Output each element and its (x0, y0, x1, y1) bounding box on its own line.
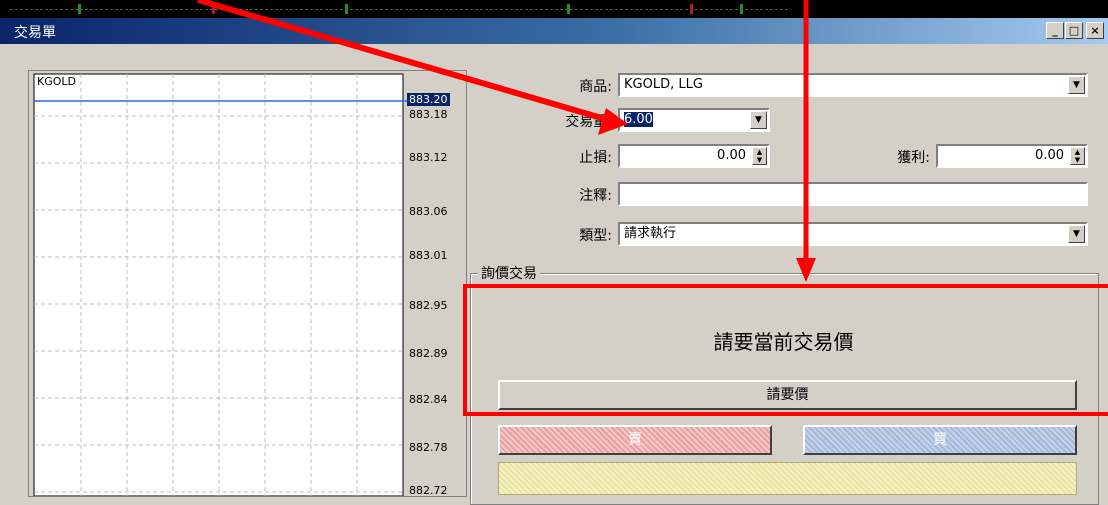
take-profit-value: 0.00 (1035, 148, 1064, 163)
symbol-label: 商品: (579, 79, 612, 95)
window-title: 交易單 (14, 25, 56, 41)
strip-tick (212, 4, 215, 14)
price-axis-label: 882.84 (409, 393, 448, 406)
volume-label: 交易量: (565, 114, 612, 130)
price-axis-label: 882.95 (409, 299, 448, 312)
quote-info-panel (498, 462, 1077, 495)
price-axis-label: 883.12 (409, 151, 448, 164)
stop-loss-value: 0.00 (717, 148, 746, 163)
take-profit-spinner[interactable]: ▲ ▼ (1070, 147, 1085, 165)
type-label: 類型: (579, 228, 612, 244)
symbol-value: KGOLD, LLG (624, 77, 703, 92)
annotation-highlight-box (463, 284, 1108, 416)
stop-loss-label: 止損: (579, 150, 612, 166)
volume-value: 6.00 (624, 112, 653, 127)
price-axis-label: 882.89 (409, 347, 448, 360)
strip-tick (345, 4, 348, 14)
chevron-down-icon[interactable]: ▼ (750, 111, 767, 129)
chart-symbol: KGOLD (37, 75, 76, 88)
spin-down-icon[interactable]: ▼ (753, 156, 766, 164)
price-axis-label: 883.06 (409, 205, 448, 218)
strip-grid-line (10, 9, 788, 10)
background-chart-strip (0, 0, 1108, 18)
symbol-select[interactable]: KGOLD, LLG ▼ (618, 73, 1088, 97)
title-bar[interactable]: 交易單 _ □ × (0, 18, 1108, 44)
order-type-value: 請求執行 (624, 226, 677, 241)
tick-chart-canvas (33, 73, 409, 496)
spin-down-icon[interactable]: ▼ (1071, 156, 1084, 164)
price-axis-label: 883.01 (409, 249, 448, 262)
take-profit-input[interactable]: 0.00 ▲ ▼ (936, 144, 1088, 168)
stop-loss-spinner[interactable]: ▲ ▼ (752, 147, 767, 165)
strip-tick (690, 4, 693, 14)
comment-input[interactable] (618, 182, 1088, 206)
strip-tick (78, 4, 81, 14)
spin-up-icon[interactable]: ▲ (1071, 148, 1084, 156)
strip-tick (567, 4, 570, 14)
order-dialog: KGOLD 883.20 883.18 883.12 883.06 883.01… (0, 44, 1108, 505)
stop-loss-input[interactable]: 0.00 ▲ ▼ (618, 144, 770, 168)
chevron-down-icon[interactable]: ▼ (1068, 225, 1085, 243)
tick-chart: KGOLD 883.20 883.18 883.12 883.06 883.01… (28, 70, 467, 497)
chevron-down-icon[interactable]: ▼ (1068, 76, 1085, 94)
spin-up-icon[interactable]: ▲ (753, 148, 766, 156)
buy-button[interactable]: 買 (803, 425, 1077, 455)
price-axis-label: 883.18 (409, 108, 448, 121)
take-profit-label: 獲利: (897, 150, 930, 166)
request-quote-group-title: 詢價交易 (478, 263, 540, 283)
volume-select[interactable]: 6.00 ▼ (618, 108, 770, 132)
order-type-select[interactable]: 請求執行 ▼ (618, 222, 1088, 246)
minimize-button[interactable]: _ (1046, 22, 1064, 39)
current-price-label: 883.20 (407, 93, 450, 106)
comment-label: 注釋: (579, 188, 612, 204)
strip-tick (740, 4, 743, 14)
maximize-button[interactable]: □ (1065, 22, 1083, 39)
price-axis-label: 882.78 (409, 441, 448, 454)
close-button[interactable]: × (1086, 22, 1104, 39)
sell-button[interactable]: 賣 (498, 425, 772, 455)
